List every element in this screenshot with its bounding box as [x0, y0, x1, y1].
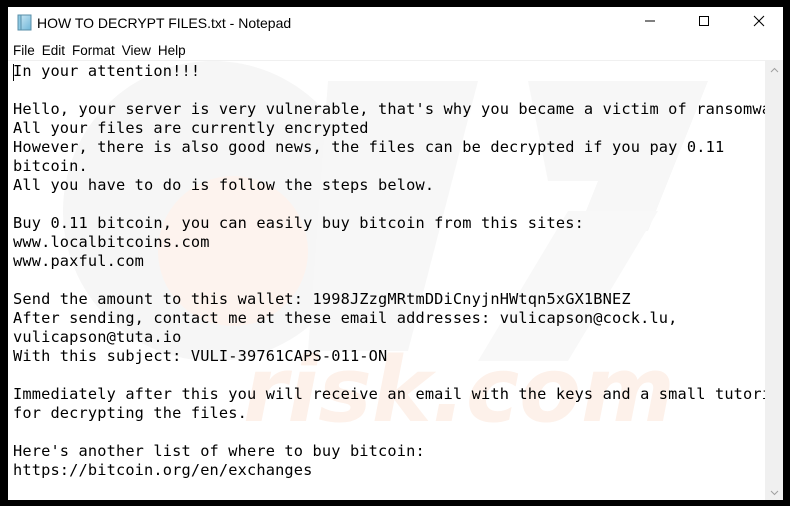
- text-line: Here's another list of where to buy bitc…: [13, 442, 425, 460]
- text-line: All you have to do is follow the steps b…: [13, 176, 435, 194]
- text-line: Immediately after this you will receive …: [13, 385, 765, 403]
- text-line: www.localbitcoins.com: [13, 233, 210, 251]
- text-line: With this subject: VULI-39761CAPS-011-ON: [13, 347, 388, 365]
- maximize-button[interactable]: [681, 7, 727, 38]
- close-button[interactable]: [736, 7, 782, 38]
- document-text: In your attention!!! Hello, your server …: [13, 62, 765, 480]
- notepad-window: HOW TO DECRYPT FILES.txt - Notepad File …: [8, 7, 783, 500]
- text-line: Buy 0.11 bitcoin, you can easily buy bit…: [13, 214, 584, 232]
- menu-help[interactable]: Help: [155, 41, 189, 60]
- text-line: Hello, your server is very vulnerable, t…: [13, 100, 765, 118]
- text-line: www.paxful.com: [13, 252, 145, 270]
- text-line: for decrypting the files.: [13, 404, 247, 422]
- scroll-down-arrow-icon: [770, 483, 779, 501]
- text-line: https://bitcoin.org/en/exchanges: [13, 461, 313, 479]
- text-line: All your files are currently encrypted: [13, 119, 369, 137]
- maximize-icon: [698, 14, 710, 32]
- text-editor-area[interactable]: risk.com In your attention!!! Hello, you…: [8, 60, 765, 500]
- close-icon: [753, 14, 765, 32]
- text-line: However, there is also good news, the fi…: [13, 138, 725, 156]
- minimize-icon: [644, 14, 656, 32]
- minimize-button[interactable]: [627, 7, 673, 38]
- menu-edit[interactable]: Edit: [39, 41, 68, 60]
- scroll-up-button[interactable]: [765, 60, 783, 77]
- text-line: vulicapson@tuta.io: [13, 328, 182, 346]
- menu-file[interactable]: File: [10, 41, 38, 60]
- scroll-down-button[interactable]: [765, 483, 783, 500]
- vertical-scrollbar[interactable]: [765, 60, 783, 500]
- text-line: After sending, contact me at these email…: [13, 309, 678, 327]
- menu-format[interactable]: Format: [69, 41, 118, 60]
- menu-bar: File Edit Format View Help: [8, 40, 783, 60]
- text-line: In your attention!!!: [13, 62, 201, 80]
- title-bar[interactable]: HOW TO DECRYPT FILES.txt - Notepad: [8, 7, 783, 40]
- text-line: Send the amount to this wallet: 1998JZzg…: [13, 290, 631, 308]
- text-line: bitcoin.: [13, 157, 88, 175]
- notepad-icon: [16, 14, 33, 31]
- menu-view[interactable]: View: [119, 41, 154, 60]
- text-caret: [13, 64, 14, 81]
- window-title: HOW TO DECRYPT FILES.txt - Notepad: [37, 15, 292, 31]
- scroll-up-arrow-icon: [770, 60, 779, 78]
